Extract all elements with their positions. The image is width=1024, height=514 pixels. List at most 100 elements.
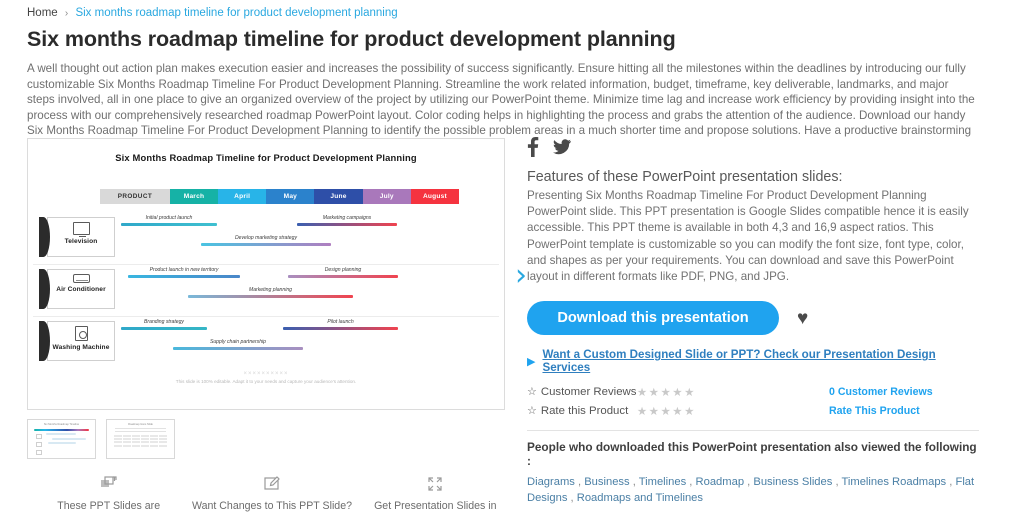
features-heading: Features of these PowerPoint presentatio…	[527, 169, 843, 185]
also-viewed-heading: People who downloaded this PowerPoint pr…	[527, 440, 977, 469]
slide-task: Marketing campaigns	[297, 215, 397, 226]
ratings-table: ☆ Customer Reviews ★★★★★ 0 Customer Revi…	[527, 382, 979, 420]
slide-task: Branding strategy	[121, 319, 207, 330]
slide-task: Marketing planning	[188, 287, 353, 298]
slide-editable-note: This slide is 100% editable. Adapt it to…	[175, 379, 357, 384]
slide-row: Television Initial product launch Marketi…	[33, 213, 499, 265]
custom-design-row: ▶ Want a Custom Designed Slide or PPT? C…	[527, 348, 979, 374]
features-body: Presenting Six Months Roadmap Timeline F…	[527, 189, 969, 284]
feature-item-text: Want Changes to This PPT Slide? Check	[192, 500, 352, 514]
feature-strip: These PPT Slides are Want Changes to Thi…	[27, 475, 517, 514]
tag-link[interactable]: Business Slides	[753, 476, 832, 488]
slide-row: Washing Machine Branding strategy Pilot l…	[33, 317, 499, 369]
slide-row-label: Washing Machine	[52, 344, 110, 351]
twitter-icon[interactable]	[553, 138, 571, 160]
slide-task-label: Branding strategy	[144, 319, 184, 325]
slide-task: Pilot launch	[283, 319, 398, 330]
slide-month-may: May	[266, 189, 315, 204]
tag-link[interactable]: Business	[584, 476, 629, 488]
flag-icon: ▶	[527, 355, 536, 368]
slide-header-product: PRODUCT	[100, 189, 170, 204]
slide-thumbnail-list: Six Months Roadmap Timeline Roadmap Icon…	[27, 419, 507, 459]
slides-collection-icon	[27, 475, 190, 495]
tag-link[interactable]: Roadmaps and Timelines	[577, 492, 703, 504]
slide-row-label: Television	[64, 238, 98, 245]
customer-reviews-row: ☆ Customer Reviews ★★★★★ 0 Customer Revi…	[527, 382, 979, 401]
slide-task-label: Marketing campaigns	[322, 215, 372, 221]
slide-product-rows: Television Initial product launch Marketi…	[33, 213, 499, 369]
television-icon	[72, 222, 90, 237]
feature-item-slides[interactable]: These PPT Slides are	[27, 475, 190, 514]
slide-preview-column: ‹ › Six Months Roadmap Timeline for Prod…	[27, 138, 527, 459]
feature-item-changes[interactable]: Want Changes to This PPT Slide? Check	[190, 475, 353, 514]
download-presentation-button[interactable]: Download this presentation	[527, 301, 779, 336]
slide-task: Product launch in new territory	[128, 267, 240, 278]
product-info-column: Features of these PowerPoint presentatio…	[527, 136, 979, 514]
customer-reviews-stars: ★★★★★	[636, 386, 696, 399]
breadcrumb-separator-icon: ›	[64, 8, 69, 19]
slide-month-july: July	[362, 189, 411, 204]
feature-item-text: These PPT Slides are	[57, 500, 161, 512]
slide-artwork[interactable]: Six Months Roadmap Timeline for Product …	[33, 143, 499, 405]
slide-month-april: April	[218, 189, 267, 204]
feature-item-formats[interactable]: Get Presentation Slides in	[354, 475, 517, 514]
star-outline-icon: ☆	[527, 386, 537, 399]
breadcrumb-current-link[interactable]: Six months roadmap timeline for product …	[75, 7, 397, 19]
customer-reviews-count-link[interactable]: 0 Customer Reviews	[829, 386, 979, 398]
product-detail-page: Home › Six months roadmap timeline for p…	[0, 0, 1024, 514]
tag-link[interactable]: Timelines Roadmaps	[841, 476, 946, 488]
slide-thumbnail-2[interactable]: Roadmap Icons Slide	[106, 419, 175, 459]
slide-month-header: PRODUCT March April May June July August	[100, 189, 459, 204]
slide-row-label: Air Conditioner	[56, 286, 106, 293]
slide-thumbnail-1[interactable]: Six Months Roadmap Timeline	[27, 419, 96, 459]
slide-task-label: Develop marketing strategy	[234, 235, 297, 241]
slide-row: Air Conditioner Product launch in new te…	[33, 265, 499, 317]
slide-month-august: August	[410, 189, 459, 204]
slide-task-label: Supply chain partnership	[209, 339, 267, 345]
slide-task-bar	[121, 222, 217, 226]
slide-task-label: Pilot launch	[327, 319, 354, 325]
air-conditioner-icon	[72, 274, 90, 283]
facebook-icon[interactable]	[527, 136, 539, 162]
tag-link[interactable]: Timelines	[639, 476, 686, 488]
slide-task: Initial product launch	[121, 215, 217, 226]
washing-machine-icon	[74, 326, 88, 341]
custom-design-link[interactable]: Want a Custom Designed Slide or PPT? Che…	[542, 348, 979, 374]
slide-task-bar	[201, 242, 331, 246]
tag-link[interactable]: Diagrams	[527, 476, 575, 488]
slide-title: Six Months Roadmap Timeline for Product …	[115, 152, 417, 163]
slide-task-label: Product launch in new territory	[149, 267, 219, 273]
slide-month-june: June	[314, 189, 363, 204]
slide-task-bar	[288, 274, 398, 278]
slide-task-bar	[173, 346, 303, 350]
customer-reviews-label: Customer Reviews	[540, 385, 637, 398]
edit-slide-icon	[190, 475, 353, 495]
slide-task-label: Marketing planning	[248, 287, 293, 293]
section-divider	[527, 430, 979, 432]
slide-row-chip: Television	[39, 217, 115, 257]
also-viewed-tag-list: Diagrams , Business , Timelines , Roadma…	[527, 476, 975, 504]
slide-task-bar	[121, 326, 207, 330]
slide-task-bar	[128, 274, 240, 278]
slide-row-chip: Air Conditioner	[39, 269, 115, 309]
rate-product-stars[interactable]: ★★★★★	[637, 404, 696, 418]
slide-task: Develop marketing strategy	[201, 235, 331, 246]
page-title: Six months roadmap timeline for product …	[27, 27, 676, 51]
rate-product-label: Rate this Product	[540, 404, 629, 417]
favorite-heart-icon[interactable]: ♥	[797, 309, 808, 328]
slide-dots-decoration: ××××××××××	[243, 371, 289, 377]
breadcrumb: Home › Six months roadmap timeline for p…	[0, 0, 1024, 19]
slide-task-label: Initial product launch	[145, 215, 193, 221]
feature-item-text: Get Presentation Slides in	[374, 500, 497, 512]
slide-row-chip: Washing Machine	[39, 321, 115, 361]
slide-task: Design planning	[288, 267, 398, 278]
slide-task-bar	[283, 326, 398, 330]
download-row: Download this presentation ♥	[527, 301, 979, 336]
slide-task: Supply chain partnership	[173, 339, 303, 350]
slide-task-bar	[297, 222, 397, 226]
rate-product-link[interactable]: Rate This Product	[829, 405, 979, 417]
breadcrumb-home-link[interactable]: Home	[27, 7, 58, 19]
tag-link[interactable]: Roadmap	[696, 476, 745, 488]
social-share-bar	[527, 136, 979, 162]
slide-preview-frame: ‹ › Six Months Roadmap Timeline for Prod…	[27, 138, 527, 410]
